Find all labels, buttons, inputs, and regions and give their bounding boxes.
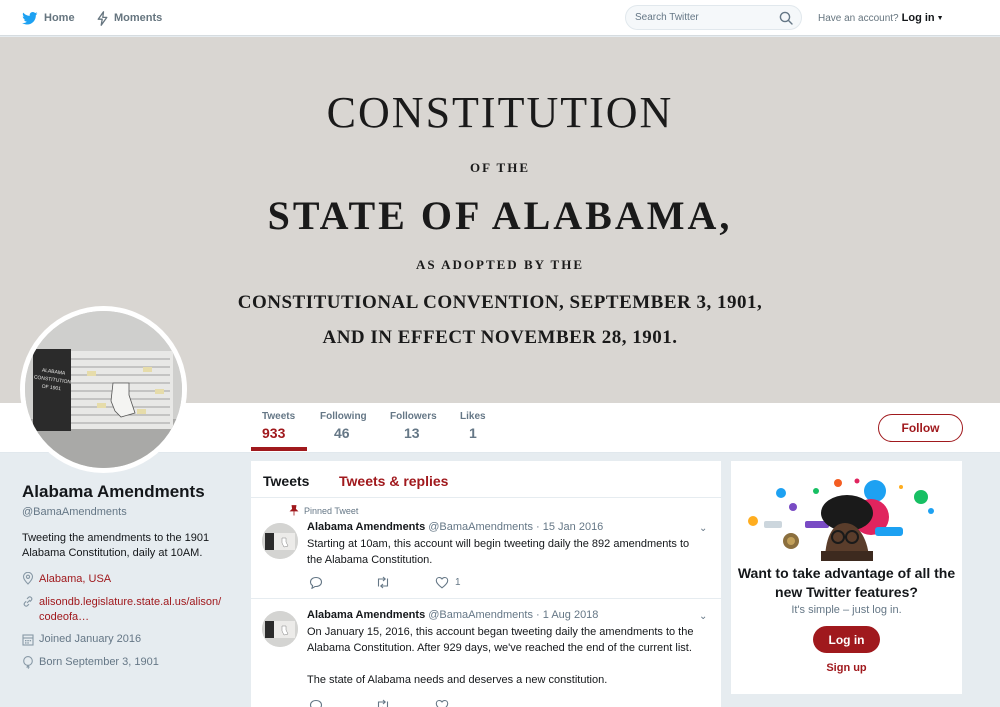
balloon-icon bbox=[23, 656, 33, 669]
nav-home[interactable]: Home bbox=[22, 0, 75, 36]
location-pin-icon bbox=[22, 572, 34, 585]
card-title: Want to take advantage of all the new Tw… bbox=[737, 565, 956, 600]
stat-likes-label: Likes bbox=[460, 411, 486, 422]
search-icon[interactable] bbox=[779, 11, 793, 25]
stat-tweets-label: Tweets bbox=[262, 411, 296, 422]
follow-button[interactable]: Follow bbox=[878, 414, 963, 442]
tweet-avatar[interactable] bbox=[262, 523, 298, 559]
retweet-icon[interactable] bbox=[375, 576, 391, 589]
active-tab-underline bbox=[251, 447, 307, 451]
nav-moments[interactable]: Moments bbox=[97, 0, 162, 36]
twitter-bird-icon bbox=[22, 11, 38, 24]
reply-icon[interactable] bbox=[309, 576, 323, 589]
stat-tweets-value: 933 bbox=[262, 425, 286, 441]
profile-name[interactable]: Alabama Amendments bbox=[22, 482, 237, 502]
link-icon bbox=[23, 596, 33, 607]
like-heart-icon[interactable] bbox=[435, 699, 449, 707]
reply-icon[interactable] bbox=[309, 699, 323, 707]
profile-avatar[interactable]: ALABAMA CONSTITUTION OF 1901 bbox=[20, 306, 187, 473]
tweet-text: Starting at 10am, this account will begi… bbox=[307, 538, 690, 566]
website-line-2: codeofa… bbox=[39, 611, 90, 623]
tweet-text: On January 15, 2016, this account began … bbox=[307, 626, 694, 654]
login-link[interactable]: Log in bbox=[902, 12, 935, 24]
banner-line-4: AS ADOPTED BY THE bbox=[415, 257, 584, 272]
stat-following-label: Following bbox=[320, 411, 367, 422]
stat-followers-value: 13 bbox=[404, 425, 420, 441]
nav-moments-label: Moments bbox=[114, 12, 163, 24]
stat-followers[interactable]: Followers 13 bbox=[390, 411, 437, 441]
caret-down-icon[interactable]: ▼ bbox=[937, 15, 944, 22]
banner-line-5: CONSTITUTIONAL CONVENTION, SEPTEMBER 3, … bbox=[237, 292, 763, 313]
born-date: Born September 3, 1901 bbox=[39, 656, 159, 668]
login-prompt-card: Want to take advantage of all the new Tw… bbox=[731, 461, 962, 694]
search-input[interactable] bbox=[635, 12, 775, 23]
tweet-author-name[interactable]: Alabama Amendments bbox=[307, 521, 425, 533]
stat-likes[interactable]: Likes 1 bbox=[460, 411, 486, 441]
banner-line-2: OF THE bbox=[469, 160, 531, 175]
tweet-item[interactable]: Alabama Amendments @BamaAmendments · 15 … bbox=[251, 498, 721, 599]
profile-card: Alabama Amendments @BamaAmendments Tweet… bbox=[22, 482, 237, 561]
card-login-button[interactable]: Log in bbox=[813, 626, 880, 653]
tweet-menu-chevron-icon[interactable]: ⌄ bbox=[699, 523, 707, 534]
lightning-icon bbox=[97, 10, 108, 26]
card-subtitle: It's simple – just log in. bbox=[791, 604, 902, 616]
top-nav: Home Moments Have an account? Log in ▼ bbox=[0, 0, 1000, 36]
banner-line-3: STATE OF ALABAMA, bbox=[267, 193, 733, 238]
stat-following-value: 46 bbox=[334, 425, 350, 441]
account-prompt: Have an account? bbox=[818, 12, 899, 24]
website-link[interactable]: alisondb.legislature.state.al.us/alison/… bbox=[39, 595, 221, 625]
profile-bio: Tweeting the amendments to the 1901 Alab… bbox=[22, 532, 210, 559]
profile-handle: @BamaAmendments bbox=[22, 506, 127, 518]
tab-tweets-replies[interactable]: Tweets & replies bbox=[339, 473, 448, 489]
timeline-tabs: Tweets Tweets & replies bbox=[251, 461, 721, 498]
joined-date: Joined January 2016 bbox=[39, 633, 142, 645]
tweet-date[interactable]: · 1 Aug 2018 bbox=[536, 609, 598, 621]
tweet-author-handle[interactable]: @BamaAmendments bbox=[428, 609, 533, 621]
tweet-text-paragraph-2: The state of Alabama needs and deserves … bbox=[307, 674, 608, 686]
profile-joined: Joined January 2016 bbox=[22, 633, 141, 646]
account-area: Have an account? Log in ▼ bbox=[818, 0, 944, 36]
tweet-header: Alabama Amendments @BamaAmendments · 15 … bbox=[307, 521, 603, 533]
nav-home-label: Home bbox=[44, 12, 75, 24]
profile-location: Alabama, USA bbox=[22, 572, 111, 587]
stat-followers-label: Followers bbox=[390, 411, 437, 422]
website-line-1: alisondb.legislature.state.al.us/alison/ bbox=[39, 596, 222, 608]
stat-tweets[interactable]: Tweets 933 bbox=[262, 411, 295, 441]
tweet-actions bbox=[309, 699, 449, 707]
tweet-item[interactable]: Alabama Amendments @BamaAmendments · 1 A… bbox=[251, 599, 721, 707]
tweet-avatar-image bbox=[262, 523, 298, 559]
profile-born: Born September 3, 1901 bbox=[22, 656, 159, 669]
tweet-actions: 1 bbox=[309, 576, 461, 589]
signup-link[interactable]: Sign up bbox=[731, 662, 962, 674]
tweet-avatar-image bbox=[262, 611, 298, 647]
like-count: 1 bbox=[455, 577, 461, 588]
tab-tweets[interactable]: Tweets bbox=[263, 473, 309, 489]
tweet-menu-chevron-icon[interactable]: ⌄ bbox=[699, 611, 707, 622]
stat-likes-value: 1 bbox=[469, 425, 477, 441]
search-box bbox=[625, 5, 802, 30]
tweet-avatar[interactable] bbox=[262, 611, 298, 647]
calendar-icon bbox=[22, 634, 34, 646]
profile-website: alisondb.legislature.state.al.us/alison/… bbox=[22, 595, 221, 625]
timeline: Tweets Tweets & replies Pinned Tweet Ala… bbox=[251, 461, 721, 707]
tweet-author-name[interactable]: Alabama Amendments bbox=[307, 609, 425, 621]
stat-following[interactable]: Following 46 bbox=[320, 411, 367, 441]
tweet-author-handle[interactable]: @BamaAmendments bbox=[428, 521, 533, 533]
avatar-image: ALABAMA CONSTITUTION OF 1901 bbox=[25, 311, 182, 468]
twitter-features-illustration bbox=[748, 478, 934, 561]
retweet-icon[interactable] bbox=[375, 699, 391, 707]
location-link[interactable]: Alabama, USA bbox=[39, 572, 111, 587]
like-heart-icon[interactable] bbox=[435, 576, 449, 589]
tweet-header: Alabama Amendments @BamaAmendments · 1 A… bbox=[307, 609, 598, 621]
tweet-date[interactable]: · 15 Jan 2016 bbox=[536, 521, 603, 533]
banner-line-1: CONSTITUTION bbox=[326, 88, 674, 137]
